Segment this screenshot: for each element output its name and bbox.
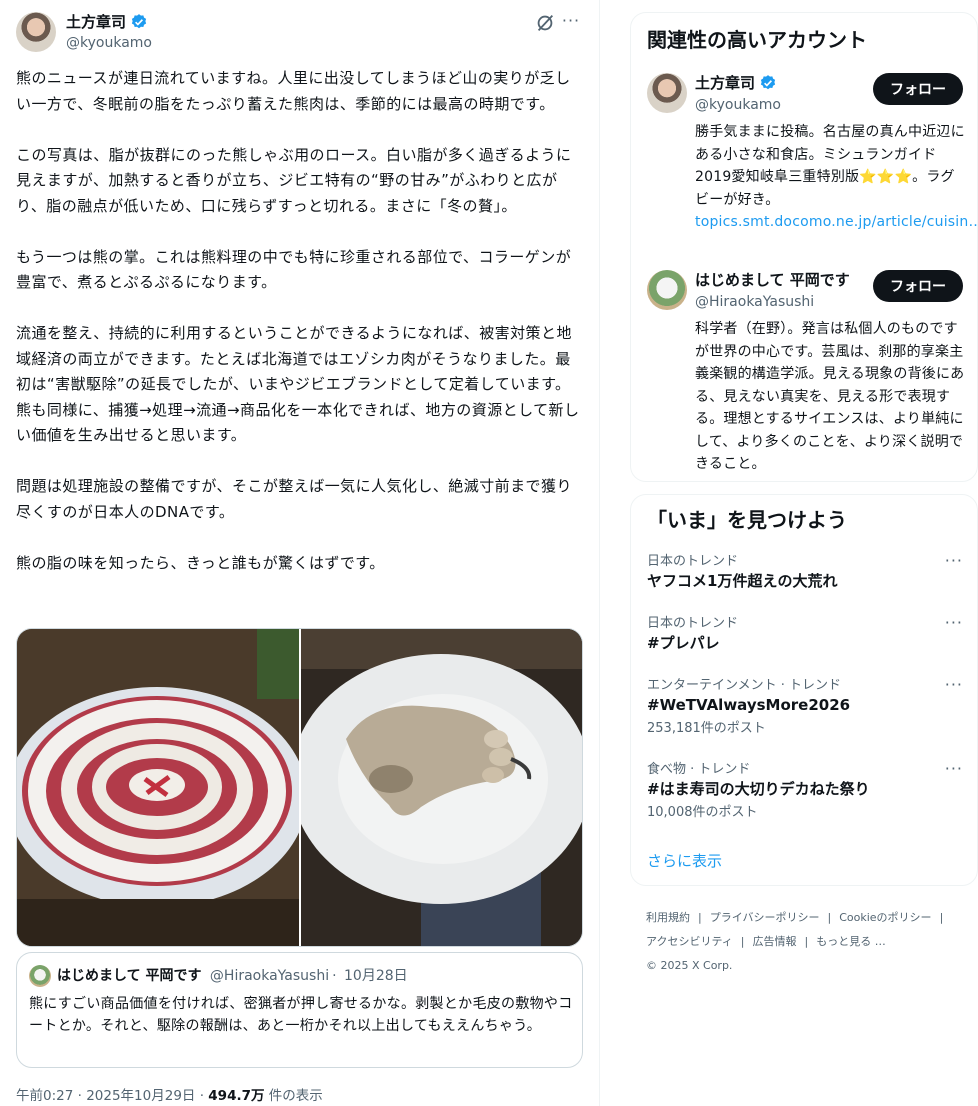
author-name-row[interactable]: 土方章司 [66,12,148,32]
quote-author-avatar [29,965,51,987]
grok-icon[interactable] [534,12,556,34]
view-count-suffix: 件の表示 [264,1088,323,1104]
related-account[interactable]: はじめまして 平岡です @HiraokaYasushi フォロー 科学者（在野）… [647,270,964,472]
verified-badge-icon [131,14,147,29]
account-handle[interactable]: @HiraokaYasushi [695,292,814,312]
trend-category: エンターテインメント · トレンド [647,678,842,693]
account-bio: 科学者（在野）。発言は私個人のものですが世界の中心です。芸風は、刹那的享楽主義楽… [695,321,965,472]
author-avatar[interactable] [16,12,56,52]
quote-author-handle: @HiraokaYasushi [209,968,330,984]
trend-more-icon[interactable]: ··· [945,677,963,693]
tweet-column: 土方章司 @kyoukamo ··· 熊のニュースが連日流れていますね。人里に出… [0,0,600,1106]
quoted-tweet[interactable]: はじめまして 平岡です @HiraokaYasushi · 10月28日 熊にすご… [16,952,583,1068]
trend-name[interactable]: ヤフコメ1万件超えの大荒れ [647,571,963,591]
footer-more-link[interactable]: もっと見る … [816,935,886,948]
star-icons: ⭐⭐⭐ [859,169,913,185]
tweet-paragraph: 熊の脂の味を知ったら、きっと誰もが驚くはずです。 [16,553,385,572]
tweet-text: 熊のニュースが連日流れていますね。人里に出没してしまうほど山の実りが乏しい一方で… [16,66,584,602]
trend-post-count: 10,008件のポスト [647,805,758,820]
quote-header: はじめまして 平岡です @HiraokaYasushi · 10月28日 [57,966,408,986]
quote-separator: · [332,968,337,984]
quote-date: 10月28日 [344,968,408,984]
tweet-paragraph: もう一つは熊の掌。これは熊料理の中でも特に珍重される部位で、コラーゲンが豊富で、… [16,247,572,292]
author-handle[interactable]: @kyoukamo [66,33,152,53]
related-account[interactable]: 土方章司 @kyoukamo フォロー 勝手気ままに投稿。名古屋の真ん中近辺にあ… [647,73,978,263]
footer-accessibility-link[interactable]: アクセシビリティ [646,935,733,948]
tweet-paragraph: 問題は処理施設の整備ですが、そこが整えば一気に人気化し、絶滅寸前まで獲り尽くすの… [16,477,572,521]
verified-badge-icon [760,75,776,90]
footer-terms-link[interactable]: 利用規約 [646,911,690,924]
footer-cookie-link[interactable]: Cookieのポリシー [839,911,931,924]
trend-name[interactable]: #はま寿司の大切りデカねた祭り [647,779,963,799]
trend-item[interactable]: 日本のトレンド #プレパレ ··· [647,615,963,653]
trend-category: 日本のトレンド [647,554,739,569]
trend-name[interactable]: #WeTVAlwaysMore2026 [647,695,963,715]
footer-ads-link[interactable]: 広告情報 [753,935,797,948]
trend-post-count: 253,181件のポスト [647,721,766,736]
trend-category: 食べ物 · トレンド [647,762,751,777]
trend-item[interactable]: 食べ物 · トレンド #はま寿司の大切りデカねた祭り 10,008件のポスト ·… [647,761,963,823]
trend-category: 日本のトレンド [647,616,739,631]
bear-shabu-photo[interactable] [17,629,299,946]
trend-item[interactable]: 日本のトレンド ヤフコメ1万件超えの大荒れ ··· [647,553,963,591]
tweet-time[interactable]: 午前0:27 · 2025年10月29日 · [16,1088,208,1104]
bio-link[interactable]: topics.smt.docomo.ne.jp/article/cuisin… [695,214,978,230]
account-bio: 勝手気ままに投稿。名古屋の真ん中近辺にある小さな和食店。ミシュランガイド2019… [695,121,978,234]
account-avatar[interactable] [647,270,687,310]
view-count: 494.7万 [208,1088,265,1104]
related-accounts-title: 関連性の高いアカウント [647,28,867,52]
follow-button[interactable]: フォロー [873,270,963,302]
quote-author-name: はじめまして 平岡です [57,968,202,984]
trends-title: 「いま」を見つけよう [647,508,847,532]
tweet-paragraph: 熊のニュースが連日流れていますね。人里に出没してしまうほど山の実りが乏しい一方で… [16,69,571,113]
follow-button[interactable]: フォロー [873,73,963,105]
trend-more-icon[interactable]: ··· [945,761,963,777]
account-name[interactable]: はじめまして 平岡です [695,270,850,290]
trend-more-icon[interactable]: ··· [945,615,963,631]
footer-copyright: © 2025 X Corp. [646,959,733,972]
bear-paw-photo[interactable] [300,629,582,946]
tweet-paragraph: 流通を整え、持続的に利用するということができるようになれば、被害対策と地域経済の… [16,324,580,444]
show-more-link[interactable]: さらに表示 [647,851,722,871]
trend-more-icon[interactable]: ··· [945,553,963,569]
more-options-icon[interactable]: ··· [560,12,582,34]
account-name-row[interactable]: 土方章司 [695,73,777,93]
account-handle[interactable]: @kyoukamo [695,95,781,115]
sidebar-footer: 利用規約 | プライバシーポリシー | Cookieのポリシー | アクセシビリティ | 広告… [646,906,966,978]
trends-card: 「いま」を見つけよう 日本のトレンド ヤフコメ1万件超えの大荒れ ··· 日本の… [630,494,978,886]
trend-name[interactable]: #プレパレ [647,633,963,653]
quote-text: 熊にすごい商品価値を付ければ、密猟者が押し寄せるかな。剥製とか毛皮の敷物やコート… [29,996,573,1034]
tweet-author-row: 土方章司 @kyoukamo ··· [16,10,584,54]
related-accounts-card: 関連性の高いアカウント 土方章司 @kyoukamo フォロー 勝手気ままに投稿… [630,12,978,482]
author-name[interactable]: 土方章司 [66,12,126,32]
footer-privacy-link[interactable]: プライバシーポリシー [710,911,820,924]
trend-item[interactable]: エンターテインメント · トレンド #WeTVAlwaysMore2026 25… [647,677,963,739]
tweet-timestamp[interactable]: 午前0:27 · 2025年10月29日 · 494.7万 件の表示 [16,1086,323,1106]
account-avatar[interactable] [647,73,687,113]
account-name-row[interactable]: はじめまして 平岡です [695,270,850,290]
tweet-media [16,628,583,947]
tweet-paragraph: この写真は、脂が抜群にのった熊しゃぶ用のロース。白い脂が多く過ぎるように見えます… [16,145,572,215]
account-name[interactable]: 土方章司 [695,73,755,93]
